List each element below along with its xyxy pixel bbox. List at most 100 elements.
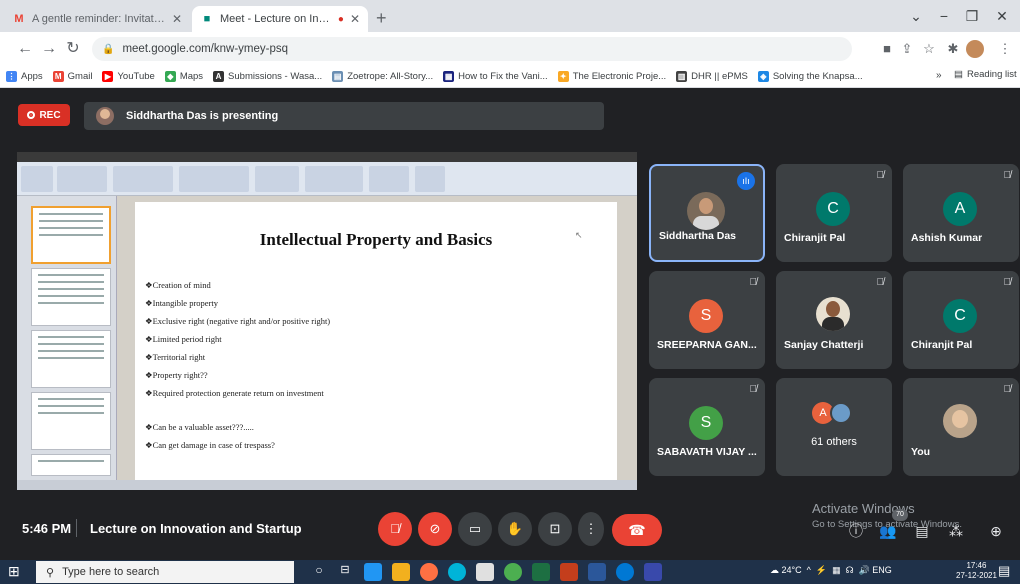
participant-name: Ashish Kumar [911, 232, 983, 244]
meeting-title: Lecture on Innovation and Startup [90, 521, 302, 536]
new-tab-button[interactable]: + [376, 8, 387, 29]
url-text: meet.google.com/knw-ymey-psq [122, 43, 288, 55]
firefox-icon[interactable] [420, 563, 438, 581]
profile-avatar[interactable] [966, 40, 984, 58]
participant-tile[interactable]: 🎙̸ Sanjay Chatterji [776, 271, 892, 369]
tray-icons[interactable]: ^ ⚡ ▦ ☊ 🔊 [804, 565, 872, 575]
tab-meet-lecture[interactable]: ■ Meet - Lecture on Innovation ● ✕ [192, 6, 368, 32]
bookmark-zoetrope[interactable]: ▤ Zoetrope: All-Story... [332, 71, 433, 82]
page-icon: ▥ [676, 71, 688, 82]
bookmark-maps[interactable]: ◆ Maps [164, 71, 203, 82]
raise-hand-button[interactable]: ✋ [498, 512, 532, 546]
bookmark-vanishing[interactable]: ▦ How to Fix the Vani... [443, 71, 548, 82]
slide-bullet: ❖Territorial right [145, 352, 206, 362]
slide-thumbnail[interactable] [31, 268, 111, 326]
notifications-icon[interactable]: ▤ [998, 563, 1010, 579]
close-tab-icon[interactable]: ✕ [350, 12, 360, 26]
close-window-button[interactable]: ✕ [990, 6, 1014, 26]
bookmark-dhr[interactable]: ▥ DHR || ePMS [676, 71, 748, 82]
bookmark-youtube[interactable]: ▶ YouTube [102, 71, 155, 82]
task-view-icon[interactable]: ⊟ [336, 563, 354, 581]
word-icon[interactable] [588, 563, 606, 581]
back-icon[interactable]: ← [14, 37, 36, 61]
bookmarks-bar: ⋮ Apps M Gmail ▶ YouTube ◆ Maps A Submissions… [0, 66, 1020, 88]
more-options-button[interactable]: ⋮ [578, 512, 604, 546]
mic-off-icon: 🎙̸ [1003, 170, 1012, 181]
browser-icon[interactable] [448, 563, 466, 581]
others-count: 61 others [811, 436, 857, 448]
participant-tile[interactable]: 🎙̸ S SREEPARNA GAN... [649, 271, 765, 369]
participant-tile[interactable]: 🎙̸ C Chiranjit Pal [776, 164, 892, 262]
bookmark-apps[interactable]: ⋮ Apps [6, 71, 43, 82]
slide-bullet: ❖Creation of mind [145, 280, 211, 290]
tab-search-icon[interactable]: ⌄ [904, 6, 928, 26]
menu-icon[interactable]: ⋮ [996, 39, 1014, 59]
participant-tile[interactable]: 🎙̸ C Chiranjit Pal [903, 271, 1019, 369]
reload-icon[interactable]: ↻ [62, 37, 84, 61]
mic-off-icon: 🎙̸ [876, 170, 885, 181]
weather-icon[interactable]: ☁ [770, 565, 779, 575]
slide-bullet: ❖Can be a valuable asset???..... [145, 422, 254, 432]
app-icon[interactable] [644, 563, 662, 581]
windows-start-icon[interactable]: ⊞ [8, 563, 20, 580]
cortana-icon[interactable]: ○ [310, 563, 328, 581]
captions-button[interactable]: ▭ [458, 512, 492, 546]
camera-icon[interactable]: ■ [878, 39, 896, 59]
powerpoint-icon[interactable] [560, 563, 578, 581]
close-tab-icon[interactable]: ✕ [172, 12, 182, 26]
file-explorer-icon[interactable] [392, 563, 410, 581]
chrome-icon[interactable] [504, 563, 522, 581]
edge-icon[interactable] [364, 563, 382, 581]
participant-tile[interactable]: ıIı Siddhartha Das [649, 164, 765, 262]
bookmark-submissions[interactable]: A Submissions - Wasa... [213, 71, 322, 82]
tab-gmail-reminder[interactable]: M A gentle reminder: Invitation for ✕ [4, 6, 190, 32]
bookmark-gmail[interactable]: M Gmail [52, 71, 93, 82]
participant-tile[interactable]: 🎙̸ S SABAVATH VIJAY ... [649, 378, 765, 476]
lock-meeting-icon[interactable]: ⊕ [986, 521, 1006, 541]
record-icon [27, 111, 36, 119]
temperature: 24°C [781, 565, 802, 575]
info-icon[interactable]: ⓘ [846, 521, 866, 541]
slide-thumbnail[interactable] [31, 206, 111, 264]
bookmark-knapsack[interactable]: ◈ Solving the Knapsa... [757, 71, 863, 82]
slide-thumbnail[interactable] [31, 392, 111, 450]
bookmark-star-icon[interactable]: ☆ [920, 39, 938, 59]
more-bookmarks-icon[interactable]: » [936, 70, 942, 81]
app-icon[interactable] [616, 563, 634, 581]
page-icon: ▤ [332, 71, 344, 82]
slide-bullet: ❖Exclusive right (negative right and/or … [145, 316, 331, 326]
chat-icon[interactable]: ▤ [912, 521, 932, 541]
slide-thumbnail[interactable] [31, 454, 111, 476]
notepad-icon[interactable] [476, 563, 494, 581]
share-icon[interactable]: ⇪ [898, 39, 916, 59]
taskbar-search[interactable]: ⚲ Type here to search [36, 561, 294, 583]
cursor-icon: ↖ [575, 230, 583, 240]
bookmark-electronic[interactable]: ✦ The Electronic Proje... [557, 71, 666, 82]
mic-toggle-button[interactable]: 🎙̸ [378, 512, 412, 546]
camera-toggle-button[interactable]: ⊘ [418, 512, 452, 546]
hand-icon: ✋ [506, 521, 524, 536]
restore-button[interactable]: ❐ [960, 6, 984, 26]
reading-list-button[interactable]: ▤ Reading list [954, 69, 1017, 80]
slide-thumbnail[interactable] [31, 330, 111, 388]
mic-off-icon: 🎙̸ [876, 277, 885, 288]
excel-icon[interactable] [532, 563, 550, 581]
leave-call-button[interactable]: ☎ [612, 514, 662, 546]
forward-icon[interactable]: → [38, 37, 60, 61]
meeting-clock: 5:46 PM [22, 521, 72, 536]
participant-tile[interactable]: 🎙̸ A Ashish Kumar [903, 164, 1019, 262]
language-indicator[interactable]: ENG [872, 565, 892, 575]
slide-bullet: ❖Intangible property [145, 298, 219, 308]
submittable-icon: A [213, 71, 225, 82]
bookmark-label: Gmail [67, 71, 93, 82]
participant-tile-self[interactable]: 🎙̸ You [903, 378, 1019, 476]
minimize-button[interactable]: − [932, 6, 956, 26]
address-bar[interactable]: 🔒 meet.google.com/knw-ymey-psq [92, 37, 852, 61]
slide-bullet: ❖Can get damage in case of trespass? [145, 440, 275, 450]
people-icon[interactable]: 👥 [878, 521, 898, 541]
present-button[interactable]: ⊡ [538, 512, 572, 546]
extensions-icon[interactable]: ✱ [944, 39, 962, 59]
activities-icon[interactable]: ⁂ [946, 521, 966, 541]
participant-tile-others[interactable]: A 61 others [776, 378, 892, 476]
system-clock[interactable]: 17:46 27-12-2021 [956, 561, 997, 581]
